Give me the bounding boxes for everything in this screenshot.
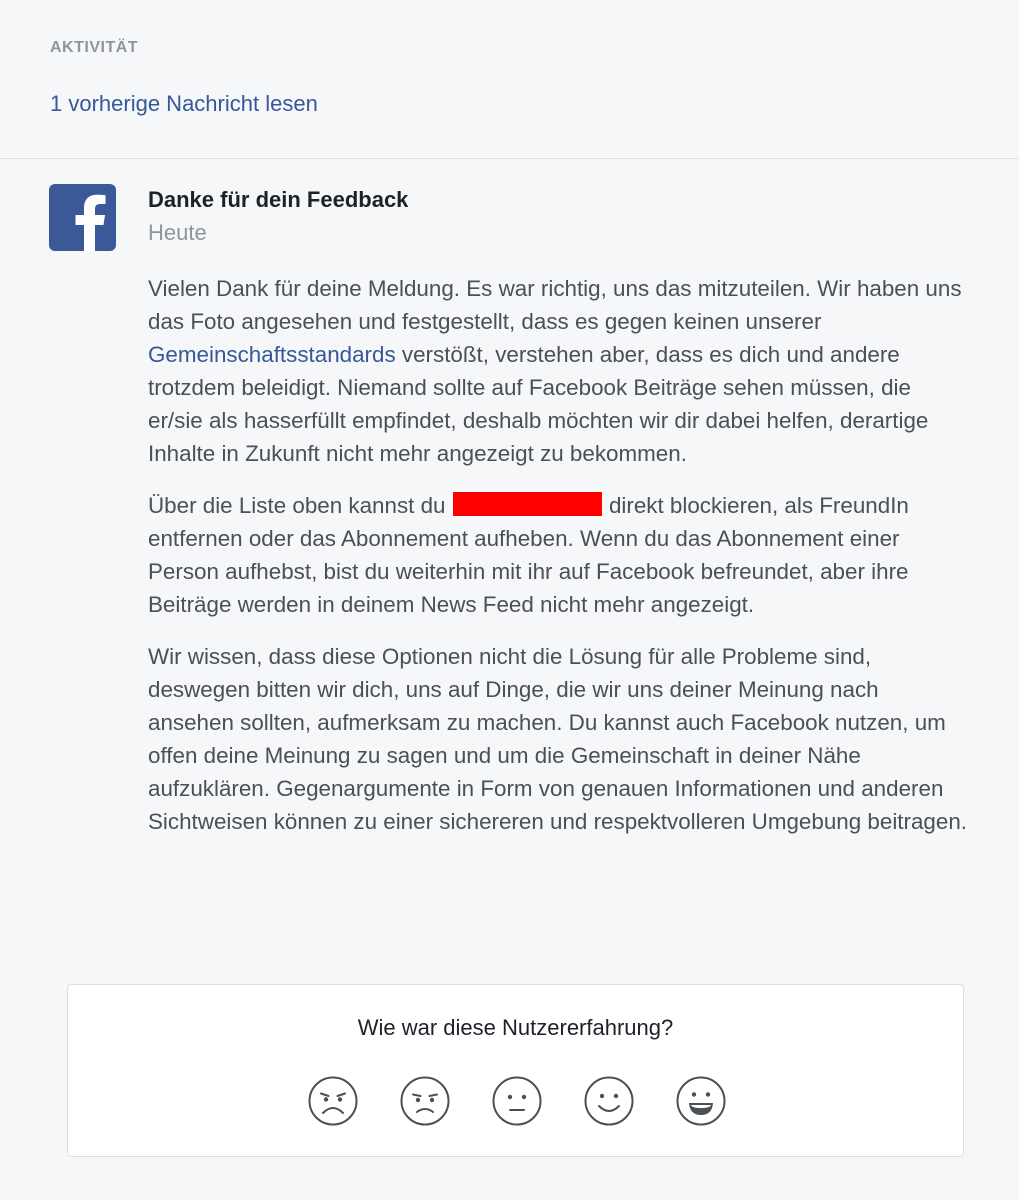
message-paragraph-1: Vielen Dank für deine Meldung. Es war ri… [148,272,968,470]
experience-survey: Wie war diese Nutzererfahrung? [67,984,964,1157]
message-paragraph-3: Wir wissen, dass diese Optionen nicht di… [148,644,967,834]
very-happy-face-icon[interactable] [675,1075,727,1127]
survey-question: Wie war diese Nutzererfahrung? [357,1015,674,1040]
message-date: Heute [148,220,207,245]
bottom-background [0,1190,1019,1200]
redacted-name [452,492,602,516]
message-title: Danke für dein Feedback [148,187,409,212]
neutral-face-icon[interactable] [491,1075,543,1127]
message-body: Vielen Dank für deine Meldung. Es war ri… [148,272,968,857]
section-label: AKTIVITÄT [50,39,139,56]
paragraph-text: Über die Liste oben kannst du [148,493,452,518]
message-paragraph-2: Über die Liste oben kannst du direkt blo… [148,489,968,621]
paragraph-text: Vielen Dank für deine Meldung. Es war ri… [148,276,962,334]
rating-options [307,1075,727,1127]
read-previous-message-link[interactable]: 1 vorherige Nachricht lesen [50,91,318,117]
happy-face-icon[interactable] [583,1075,635,1127]
activity-header: AKTIVITÄT 1 vorherige Nachricht lesen [0,0,1019,159]
community-standards-link[interactable]: Gemeinschaftsstandards [148,342,396,367]
very-sad-face-icon[interactable] [307,1075,359,1127]
sad-face-icon[interactable] [399,1075,451,1127]
facebook-f-icon [49,184,116,251]
